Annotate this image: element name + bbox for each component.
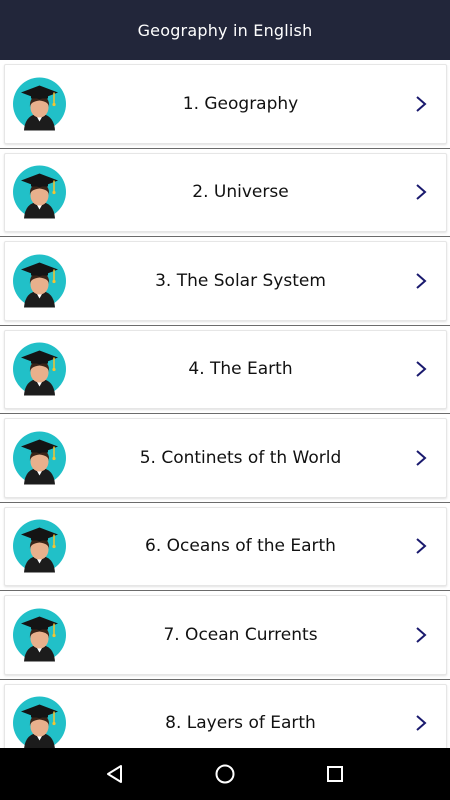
- list-item-card[interactable]: 3. The Solar System: [4, 241, 447, 321]
- system-nav-bar: [0, 748, 450, 800]
- list-item[interactable]: 4. The Earth: [0, 325, 450, 414]
- graduate-avatar-icon: [13, 165, 66, 219]
- list-item-label: 5. Continets of th World: [139, 447, 342, 468]
- chevron-right-icon: [414, 714, 428, 732]
- graduate-avatar-icon: [13, 254, 66, 308]
- chevron-right-icon: [414, 183, 428, 201]
- chevron-right-icon: [414, 272, 428, 290]
- back-triangle-icon[interactable]: [103, 762, 127, 786]
- list-item-label: 4. The Earth: [188, 359, 293, 380]
- chevron-right-icon: [414, 95, 428, 113]
- list-item-card[interactable]: 5. Continets of th World: [4, 418, 447, 498]
- list-item-label: 2. Universe: [192, 182, 289, 203]
- list-item-label: 8. Layers of Earth: [165, 713, 316, 734]
- page-title: Geography in English: [137, 20, 313, 40]
- list-item[interactable]: 5. Continets of th World: [0, 414, 450, 503]
- list-item-label: 3. The Solar System: [155, 270, 326, 291]
- list-item[interactable]: 6. Oceans of the Earth: [0, 502, 450, 591]
- list-item-label: 1. Geography: [182, 93, 299, 114]
- list-item-card[interactable]: 8. Layers of Earth: [4, 683, 447, 748]
- topic-list[interactable]: 1. Geography 2. Universe 3. The Solar Sy…: [0, 60, 450, 748]
- app-bar: Geography in English: [0, 0, 450, 60]
- list-item[interactable]: 1. Geography: [0, 60, 450, 149]
- graduate-avatar-icon: [13, 77, 66, 131]
- graduate-avatar-icon: [13, 608, 66, 662]
- home-circle-icon[interactable]: [213, 762, 237, 786]
- chevron-right-icon: [414, 449, 428, 467]
- chevron-right-icon: [414, 626, 428, 644]
- list-item-card[interactable]: 7. Ocean Currents: [4, 595, 447, 675]
- graduate-avatar-icon: [13, 342, 66, 396]
- graduate-avatar-icon: [13, 519, 66, 573]
- list-item[interactable]: 8. Layers of Earth: [0, 679, 450, 748]
- list-item-label: 6. Oceans of the Earth: [145, 536, 336, 557]
- list-item-card[interactable]: 2. Universe: [4, 152, 447, 232]
- graduate-avatar-icon: [13, 696, 66, 748]
- chevron-right-icon: [414, 537, 428, 555]
- list-item-label: 7. Ocean Currents: [163, 624, 318, 645]
- list-item-card[interactable]: 1. Geography: [4, 64, 447, 144]
- graduate-avatar-icon: [13, 431, 66, 485]
- list-item-card[interactable]: 4. The Earth: [4, 329, 447, 409]
- list-item[interactable]: 7. Ocean Currents: [0, 591, 450, 680]
- list-item[interactable]: 3. The Solar System: [0, 237, 450, 326]
- recents-square-icon[interactable]: [323, 762, 347, 786]
- chevron-right-icon: [414, 360, 428, 378]
- list-item[interactable]: 2. Universe: [0, 148, 450, 237]
- list-item-card[interactable]: 6. Oceans of the Earth: [4, 506, 447, 586]
